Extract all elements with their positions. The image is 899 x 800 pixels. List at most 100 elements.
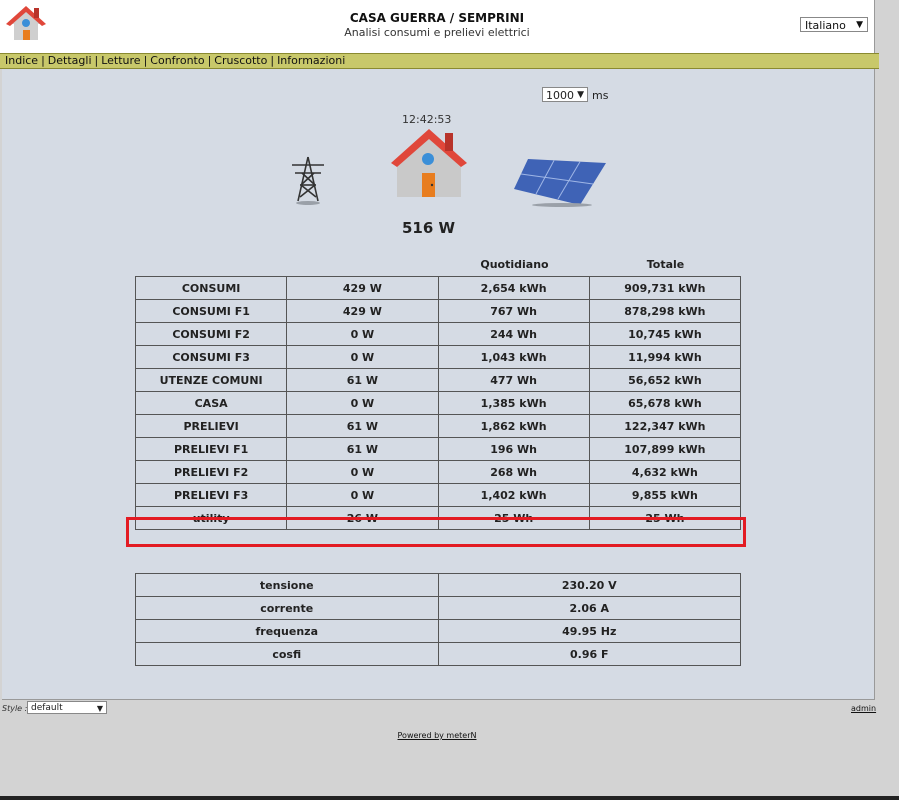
- menu-item-letture[interactable]: Letture: [101, 54, 140, 67]
- row-total: 107,899 kWh: [588, 437, 742, 461]
- current-power: 516 W: [402, 219, 456, 237]
- row-instant: 61 W: [286, 414, 439, 438]
- row-daily: 2,654 kWh: [437, 276, 590, 300]
- menu-item-cruscotto[interactable]: Cruscotto: [214, 54, 267, 67]
- style-value: default: [31, 703, 63, 713]
- style-select[interactable]: default ▼: [27, 701, 107, 714]
- row-instant: 0 W: [286, 322, 439, 346]
- table-row: PRELIEVI F1 61 W 196 Wh 107,899 kWh: [134, 437, 742, 461]
- refresh-interval-value: 1000: [546, 89, 574, 102]
- table-row: CONSUMI F2 0 W 244 Wh 10,745 kWh: [134, 322, 742, 346]
- row-daily: 767 Wh: [437, 299, 590, 323]
- row-instant: 0 W: [286, 483, 439, 507]
- row-label: utility: [134, 506, 288, 530]
- row-label: PRELIEVI F2: [134, 460, 288, 484]
- param-label: frequenza: [135, 619, 439, 643]
- menu-separator: |: [207, 54, 212, 67]
- row-label: PRELIEVI: [134, 414, 288, 438]
- row-total: 9,855 kWh: [588, 483, 742, 507]
- table-row: CONSUMI 429 W 2,654 kWh 909,731 kWh: [134, 276, 742, 300]
- row-total: 878,298 kWh: [588, 299, 742, 323]
- row-label: CONSUMI F2: [134, 322, 288, 346]
- house-icon: [391, 129, 467, 197]
- table-row: PRELIEVI F2 0 W 268 Wh 4,632 kWh: [134, 460, 742, 484]
- row-instant: 61 W: [286, 368, 439, 392]
- row-label: PRELIEVI F3: [134, 483, 288, 507]
- row-daily: 1,043 kWh: [437, 345, 590, 369]
- style-label: Style :: [2, 704, 28, 713]
- row-label: CASA: [134, 391, 288, 415]
- row-daily: 1,385 kWh: [437, 391, 590, 415]
- row-instant: 26 W: [286, 506, 439, 530]
- refresh-interval-select[interactable]: 1000 ▼: [542, 87, 588, 102]
- menu-item-dettagli[interactable]: Dettagli: [48, 54, 92, 67]
- row-label: PRELIEVI F1: [134, 437, 288, 461]
- bottom-strip: [0, 796, 899, 800]
- row-instant: 0 W: [286, 391, 439, 415]
- site-title: CASA GUERRA / SEMPRINI: [349, 11, 525, 25]
- language-select[interactable]: Italiano ▼: [800, 17, 868, 32]
- row-daily: 477 Wh: [437, 368, 590, 392]
- row-total: 122,347 kWh: [588, 414, 742, 438]
- row-label: CONSUMI: [134, 276, 288, 300]
- row-label: UTENZE COMUNI: [134, 368, 288, 392]
- menu-separator: |: [143, 54, 148, 67]
- param-label: cosfi: [135, 642, 439, 666]
- header: CASA GUERRA / SEMPRINI Analisi consumi e…: [0, 0, 875, 53]
- grid-parameters-table: tensione 230.20 V corrente 2.06 A frequenz…: [135, 573, 742, 666]
- param-label: corrente: [135, 596, 439, 620]
- solar-panel-icon: [514, 159, 606, 207]
- table-row: frequenza 49.95 Hz: [135, 619, 742, 643]
- menu-item-indice[interactable]: Indice: [5, 54, 38, 67]
- dropdown-arrow-icon: ▼: [856, 20, 863, 30]
- param-value: 49.95 Hz: [437, 619, 742, 643]
- row-daily: 1,862 kWh: [437, 414, 590, 438]
- table-row: PRELIEVI F3 0 W 1,402 kWh 9,855 kWh: [134, 483, 742, 507]
- row-daily: 196 Wh: [437, 437, 590, 461]
- table-row: CASA 0 W 1,385 kWh 65,678 kWh: [134, 391, 742, 415]
- powered-by-link[interactable]: Powered by meterN: [0, 731, 874, 740]
- menu-separator: |: [94, 54, 99, 67]
- menu-separator: |: [41, 54, 45, 67]
- table-row: PRELIEVI 61 W 1,862 kWh 122,347 kWh: [134, 414, 742, 438]
- power-pylon-icon: [292, 156, 324, 205]
- row-instant: 61 W: [286, 437, 439, 461]
- dropdown-arrow-icon: ▼: [96, 704, 103, 713]
- param-value: 2.06 A: [437, 596, 742, 620]
- column-header-quotidiano: Quotidiano: [480, 258, 549, 271]
- row-total: 11,994 kWh: [588, 345, 742, 369]
- row-total: 65,678 kWh: [588, 391, 742, 415]
- row-instant: 0 W: [286, 345, 439, 369]
- row-total: 4,632 kWh: [588, 460, 742, 484]
- site-subtitle: Analisi consumi e prelievi elettrici: [344, 26, 530, 39]
- table-row: CONSUMI F3 0 W 1,043 kWh 11,994 kWh: [134, 345, 742, 369]
- main-menu: Indice | Dettagli | Letture | Confronto | Crusco…: [0, 53, 879, 69]
- menu-separator: |: [270, 54, 275, 67]
- row-daily: 244 Wh: [437, 322, 590, 346]
- table-row-utility: utility 26 W 25 Wh 25 Wh: [134, 506, 742, 530]
- language-value: Italiano: [805, 19, 846, 32]
- column-header-totale: Totale: [646, 258, 685, 271]
- row-instant: 429 W: [286, 299, 439, 323]
- dashboard-content: 1000 ▼ ms 12:42:53 516 W Quotidiano Tota…: [2, 69, 875, 700]
- param-label: tensione: [135, 573, 439, 597]
- row-total: 909,731 kWh: [588, 276, 742, 300]
- row-daily: 25 Wh: [437, 506, 590, 530]
- row-total: 10,745 kWh: [588, 322, 742, 346]
- table-row: tensione 230.20 V: [135, 573, 742, 597]
- table-row: CONSUMI F1 429 W 767 Wh 878,298 kWh: [134, 299, 742, 323]
- table-row: UTENZE COMUNI 61 W 477 Wh 56,652 kWh: [134, 368, 742, 392]
- row-total: 25 Wh: [588, 506, 742, 530]
- admin-link[interactable]: admin: [851, 704, 876, 713]
- table-row: corrente 2.06 A: [135, 596, 742, 620]
- row-total: 56,652 kWh: [588, 368, 742, 392]
- dropdown-arrow-icon: ▼: [577, 90, 584, 100]
- table-row: cosfi 0.96 F: [135, 642, 742, 666]
- refresh-unit: ms: [592, 89, 609, 102]
- menu-item-confronto[interactable]: Confronto: [150, 54, 204, 67]
- energy-table: CONSUMI 429 W 2,654 kWh 909,731 kWh CONSUMI…: [134, 276, 742, 530]
- row-label: CONSUMI F1: [134, 299, 288, 323]
- row-daily: 1,402 kWh: [437, 483, 590, 507]
- param-value: 230.20 V: [437, 573, 742, 597]
- menu-item-informazioni[interactable]: Informazioni: [277, 54, 345, 67]
